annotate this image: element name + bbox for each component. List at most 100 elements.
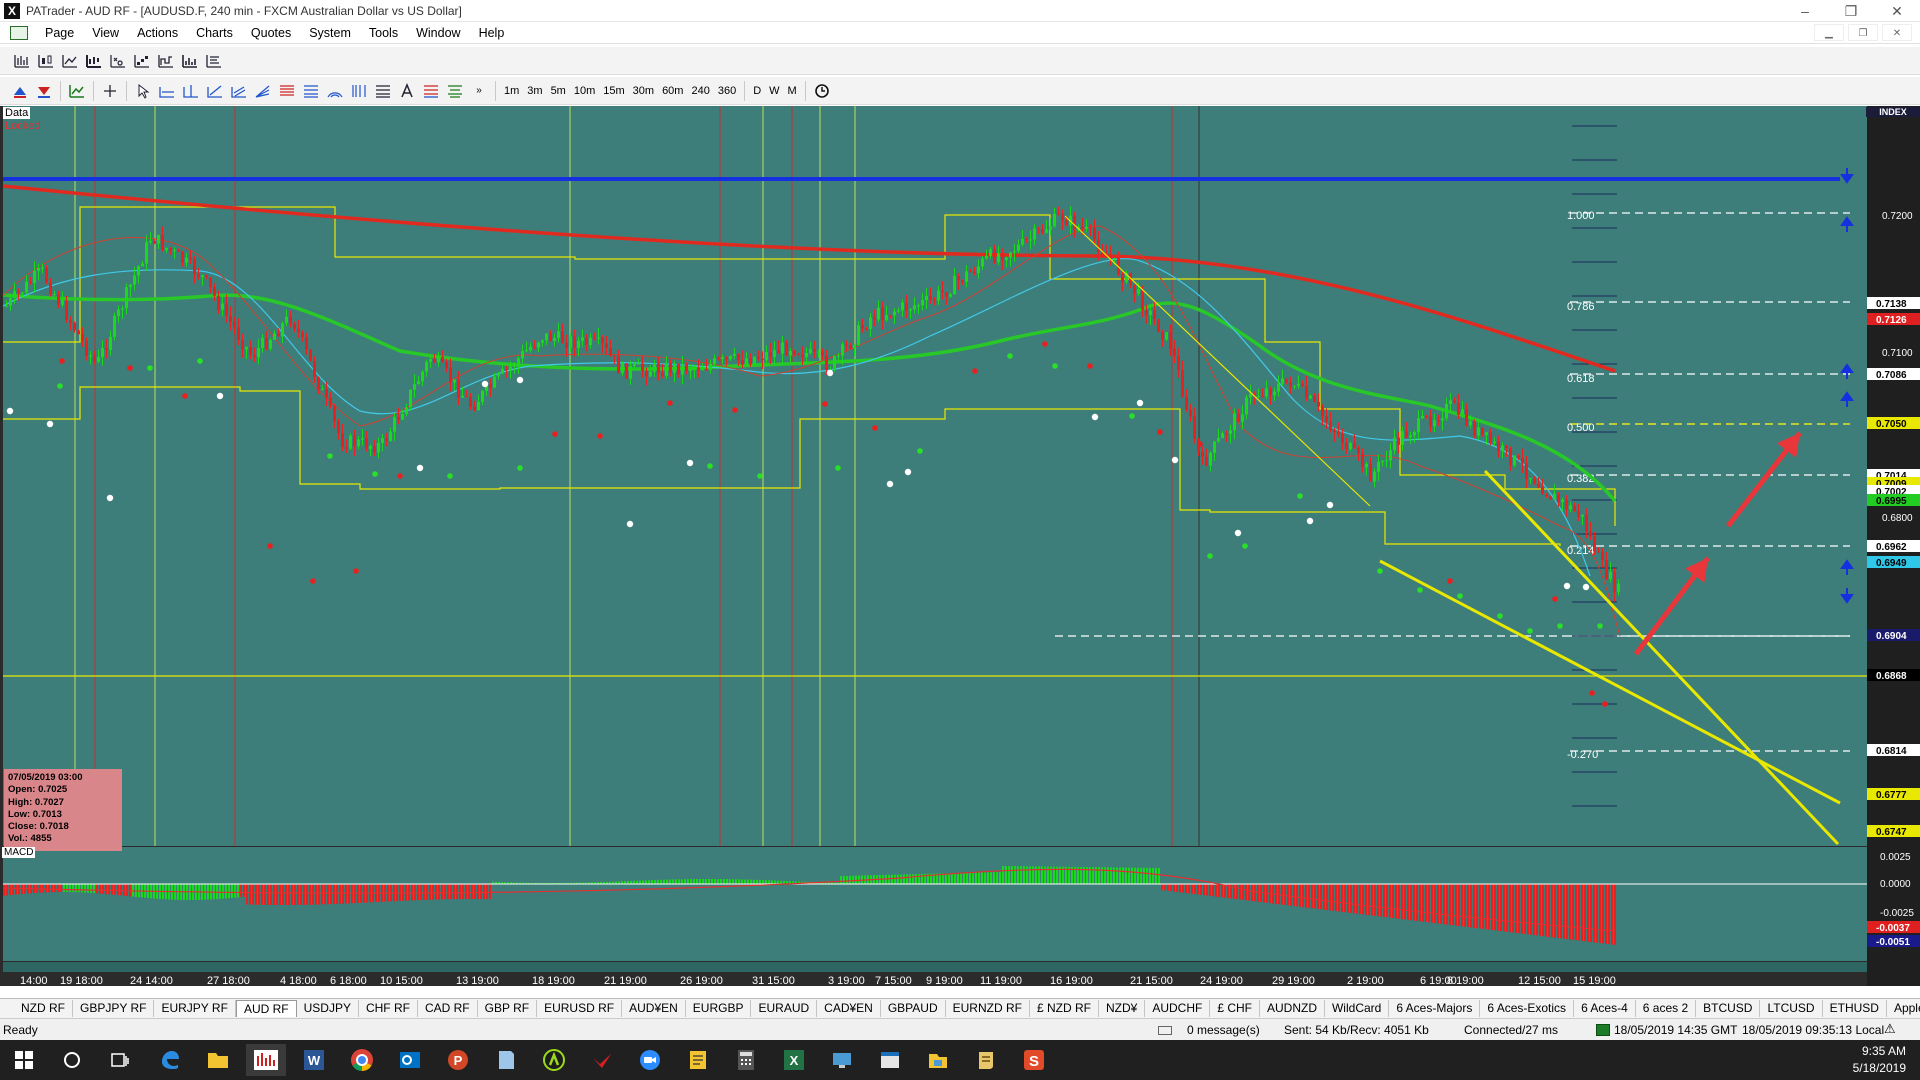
timeframe-15m[interactable]: 15m xyxy=(599,81,628,101)
menu-actions[interactable]: Actions xyxy=(128,26,187,40)
menu-window[interactable]: Window xyxy=(407,26,469,40)
symbol-tab[interactable]: NZD RF xyxy=(14,1000,73,1017)
file-folder-icon[interactable] xyxy=(918,1044,958,1076)
patrader-app-icon[interactable] xyxy=(246,1044,286,1076)
pointer-icon[interactable] xyxy=(132,80,154,102)
edge-icon[interactable] xyxy=(150,1044,190,1076)
symbol-tab[interactable]: CHF RF xyxy=(359,1000,418,1017)
close-button[interactable]: ✕ xyxy=(1874,0,1920,22)
symbol-tab[interactable]: CAD RF xyxy=(418,1000,478,1017)
fibonacci-retracement-icon[interactable] xyxy=(276,80,298,102)
period-weekly[interactable]: W xyxy=(765,81,783,101)
gann-grid-icon[interactable] xyxy=(372,80,394,102)
period-daily[interactable]: D xyxy=(749,81,765,101)
symbol-tab[interactable]: USDJPY xyxy=(297,1000,359,1017)
horizontal-line-icon[interactable] xyxy=(156,80,178,102)
mdi-close-button[interactable]: ✕ xyxy=(1882,24,1912,41)
crosshair-icon[interactable] xyxy=(99,80,121,102)
menu-tools[interactable]: Tools xyxy=(360,26,407,40)
sticky-notes-icon[interactable] xyxy=(678,1044,718,1076)
symbol-tab[interactable]: AUD RF xyxy=(235,1000,297,1017)
point-figure-icon[interactable] xyxy=(107,50,129,72)
word-icon[interactable]: W xyxy=(294,1044,334,1076)
search-icon[interactable] xyxy=(52,1044,92,1076)
indicator-list-icon[interactable] xyxy=(203,50,225,72)
more-tools-icon[interactable]: » xyxy=(468,80,490,102)
status-alert-icon[interactable]: ⚠ xyxy=(1884,1021,1896,1037)
heikin-chart-icon[interactable] xyxy=(83,50,105,72)
symbol-tab[interactable]: ETHUSD xyxy=(1823,1000,1887,1017)
volume-chart-icon[interactable] xyxy=(179,50,201,72)
renko-chart-icon[interactable] xyxy=(131,50,153,72)
symbol-tab[interactable]: LTCUSD xyxy=(1760,1000,1823,1017)
symbol-tab[interactable]: GBPJPY RF xyxy=(73,1000,155,1017)
script-app-icon[interactable] xyxy=(966,1044,1006,1076)
period-monthly[interactable]: M xyxy=(784,81,801,101)
symbol-tab[interactable]: WildCard xyxy=(1325,1000,1390,1017)
mdi-minimize-button[interactable]: ▁ xyxy=(1814,24,1844,41)
chart-area[interactable]: 1.000 0.786 0.618 0.500 0.382 0.214 -0.270 0.72… xyxy=(0,106,1920,986)
regression-icon[interactable] xyxy=(444,80,466,102)
symbol-tab[interactable]: £ CHF xyxy=(1210,1000,1260,1017)
timeframe-360[interactable]: 360 xyxy=(714,81,740,101)
powerpoint-icon[interactable]: P xyxy=(438,1044,478,1076)
symbol-tab[interactable]: EURUSD RF xyxy=(537,1000,623,1017)
snagit-icon[interactable]: S xyxy=(1014,1044,1054,1076)
menu-page[interactable]: Page xyxy=(36,26,83,40)
line-chart-icon[interactable] xyxy=(59,50,81,72)
task-view-icon[interactable] xyxy=(100,1044,140,1076)
timeframe-60m[interactable]: 60m xyxy=(658,81,687,101)
fibonacci-time-icon[interactable] xyxy=(348,80,370,102)
symbol-tab[interactable]: EURGBP xyxy=(686,1000,752,1017)
vertical-line-icon[interactable] xyxy=(180,80,202,102)
candle-chart-icon[interactable] xyxy=(35,50,57,72)
symbol-tab[interactable]: AUD¥EN xyxy=(622,1000,686,1017)
chart-window-icon[interactable] xyxy=(10,25,28,40)
bar-chart-icon[interactable] xyxy=(11,50,33,72)
fibonacci-fan-icon[interactable] xyxy=(252,80,274,102)
timeframe-30m[interactable]: 30m xyxy=(629,81,658,101)
notes-app-icon[interactable] xyxy=(486,1044,526,1076)
timeframe-1m[interactable]: 1m xyxy=(500,81,523,101)
windows-start-icon[interactable] xyxy=(4,1044,44,1076)
timeframe-3m[interactable]: 3m xyxy=(523,81,546,101)
trading-app-icon[interactable] xyxy=(582,1044,622,1076)
chart-trading-icon[interactable] xyxy=(66,80,88,102)
remote-desktop-icon[interactable] xyxy=(822,1044,862,1076)
symbol-tab[interactable]: NZD¥ xyxy=(1099,1000,1146,1017)
clock-icon[interactable] xyxy=(811,80,833,102)
channel-icon[interactable] xyxy=(228,80,250,102)
chrome-icon[interactable] xyxy=(342,1044,382,1076)
file-explorer-icon[interactable] xyxy=(198,1044,238,1076)
zoom-icon[interactable] xyxy=(630,1044,670,1076)
web-browser-icon[interactable] xyxy=(870,1044,910,1076)
menu-quotes[interactable]: Quotes xyxy=(242,26,300,40)
timeframe-10m[interactable]: 10m xyxy=(570,81,599,101)
excel-icon[interactable]: X xyxy=(774,1044,814,1076)
mdi-restore-button[interactable]: ❐ xyxy=(1848,24,1878,41)
taskbar-clock[interactable]: 9:35 AM 5/18/2019 xyxy=(1853,1043,1906,1077)
symbol-tab[interactable]: AUDCHF xyxy=(1145,1000,1211,1017)
pitchfork-icon[interactable] xyxy=(420,80,442,102)
menu-view[interactable]: View xyxy=(83,26,128,40)
symbol-tab[interactable]: 6 aces 2 xyxy=(1636,1000,1697,1017)
status-messages[interactable]: 0 message(s) xyxy=(1187,1023,1260,1037)
buy-order-icon[interactable] xyxy=(9,80,31,102)
symbol-tab[interactable]: GBPAUD xyxy=(881,1000,946,1017)
symbol-tab[interactable]: EURNZD RF xyxy=(946,1000,1030,1017)
symbol-tab[interactable]: 6 Aces-Exotics xyxy=(1480,1000,1575,1017)
symbol-tab[interactable]: 6 Aces-4 xyxy=(1574,1000,1636,1017)
symbol-tab[interactable]: GBP RF xyxy=(478,1000,538,1017)
fibonacci-extension-icon[interactable] xyxy=(300,80,322,102)
restore-button[interactable]: ❐ xyxy=(1828,0,1874,22)
menu-charts[interactable]: Charts xyxy=(187,26,242,40)
sell-order-icon[interactable] xyxy=(33,80,55,102)
symbol-tab[interactable]: AUDNZD xyxy=(1260,1000,1325,1017)
timeframe-5m[interactable]: 5m xyxy=(547,81,570,101)
calculator-icon[interactable] xyxy=(726,1044,766,1076)
fibonacci-arc-icon[interactable] xyxy=(324,80,346,102)
outlook-icon[interactable] xyxy=(390,1044,430,1076)
menu-help[interactable]: Help xyxy=(470,26,514,40)
kagi-chart-icon[interactable] xyxy=(155,50,177,72)
symbol-tab[interactable]: BTCUSD xyxy=(1696,1000,1761,1017)
